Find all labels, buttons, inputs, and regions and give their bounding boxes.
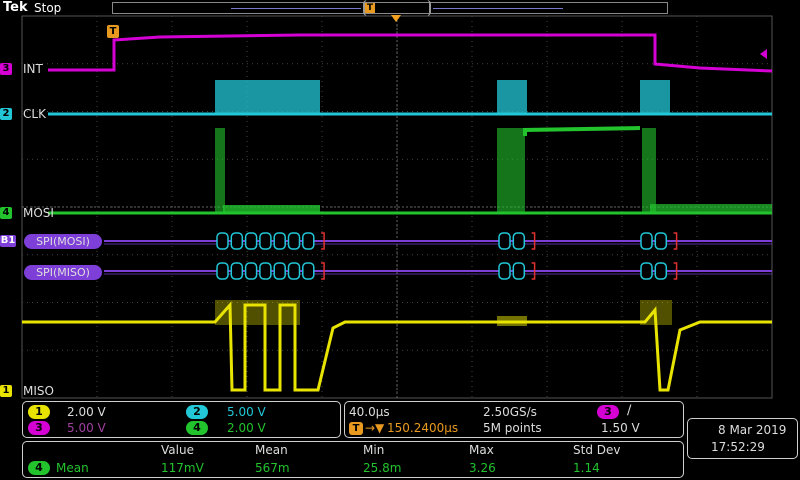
decode-frame xyxy=(302,232,315,250)
mosi-edge-burst xyxy=(497,128,525,213)
decode-frame xyxy=(287,262,301,280)
decode-frame xyxy=(498,262,511,280)
horizontal-settings-panel[interactable]: 40.0µs 2.50GS/s T →▼ 150.2400µs 5M point… xyxy=(344,401,684,438)
mosi-edge-burst xyxy=(642,128,656,213)
ch3-waveform xyxy=(48,33,773,73)
decode-frame xyxy=(654,232,668,250)
meas-min: 25.8m xyxy=(363,461,402,475)
timebase: 40.0µs xyxy=(349,405,390,419)
acquisition-status: Stop xyxy=(34,1,62,15)
clk-burst xyxy=(215,80,320,114)
meas-header-value: Value xyxy=(161,443,194,457)
trigger-pos-marker: T xyxy=(349,422,363,435)
decode-frame xyxy=(512,262,526,280)
date: 8 Mar 2019 xyxy=(718,423,787,437)
overview-trigger-marker: T xyxy=(365,3,375,13)
ch3-scale: 5.00 V xyxy=(67,421,106,435)
trigger-position-arrow[interactable] xyxy=(391,15,401,22)
decode-frame xyxy=(230,232,244,250)
decode-frame xyxy=(244,262,258,280)
ch1-marker[interactable]: 1 xyxy=(0,385,12,397)
trigger-level-arrow[interactable] xyxy=(760,49,767,59)
decode-frame xyxy=(244,232,258,250)
meas-name: Mean xyxy=(56,461,89,475)
mosi-noise xyxy=(223,205,320,213)
ch3-marker[interactable]: 3 xyxy=(0,63,12,75)
decode-frame xyxy=(302,262,315,280)
decode-frame xyxy=(640,262,653,280)
bus-decode xyxy=(104,232,772,280)
time: 17:52:29 xyxy=(711,440,765,454)
decode-frame xyxy=(259,262,272,280)
meas-value: 117mV xyxy=(161,461,204,475)
mosi-noise xyxy=(650,204,772,213)
decode-frame xyxy=(498,232,511,250)
miso-activity xyxy=(497,316,527,326)
vertical-settings-panel[interactable]: 1 2.00 V 3 5.00 V 2 5.00 V 4 2.00 V xyxy=(22,401,341,438)
bus2-label: SPI(MISO) xyxy=(24,265,102,280)
ch4-marker[interactable]: 4 xyxy=(0,207,12,219)
mosi-edge-burst xyxy=(215,128,225,213)
meas-header-mean: Mean xyxy=(255,443,288,457)
decode-frame xyxy=(273,232,286,250)
miso-activity xyxy=(640,300,672,325)
decode-frame xyxy=(287,232,301,250)
ch3-label: INT xyxy=(23,62,43,76)
ch4-scale: 2.00 V xyxy=(227,421,266,435)
record-overview-bar[interactable]: T xyxy=(112,0,668,16)
miso-activity xyxy=(215,300,300,325)
sample-rate: 2.50GS/s xyxy=(483,405,537,419)
trigger-source-badge[interactable]: 3 xyxy=(597,405,619,419)
bus1-marker[interactable]: B1 xyxy=(0,235,16,247)
bus1-label: SPI(MOSI) xyxy=(24,234,102,249)
record-length: 5M points xyxy=(483,421,542,435)
ch2-scale: 5.00 V xyxy=(227,405,266,419)
decode-frame xyxy=(216,232,229,250)
ch4-badge[interactable]: 4 xyxy=(186,421,208,435)
trigger-slope-icon: ∕ xyxy=(627,403,632,418)
meas-stddev: 1.14 xyxy=(573,461,600,475)
datetime-panel: 8 Mar 2019 17:52:29 xyxy=(687,418,798,459)
ch4-label: MOSI xyxy=(23,206,54,220)
ch1-badge[interactable]: 1 xyxy=(28,405,50,419)
ch3-badge[interactable]: 3 xyxy=(28,421,50,435)
trigger-position: 150.2400µs xyxy=(387,421,459,435)
ch1-label: MISO xyxy=(23,384,54,398)
ch1-scale: 2.00 V xyxy=(67,405,106,419)
decode-frame xyxy=(640,232,653,250)
meas-max: 3.26 xyxy=(469,461,496,475)
decode-frame xyxy=(230,262,244,280)
brand-label: Tek xyxy=(3,0,28,15)
decode-frame xyxy=(273,262,286,280)
decode-frame xyxy=(654,262,668,280)
clk-burst xyxy=(497,80,527,114)
trigger-pos-arrow-icon: →▼ xyxy=(365,421,385,435)
measurement-panel[interactable]: Value Mean Min Max Std Dev 4 Mean 117mV … xyxy=(22,441,684,478)
meas-header-max: Max xyxy=(469,443,494,457)
meas-mean: 567m xyxy=(255,461,290,475)
ch2-badge[interactable]: 2 xyxy=(186,405,208,419)
ch2-marker[interactable]: 2 xyxy=(0,108,12,120)
trigger-level: 1.50 V xyxy=(601,421,640,435)
clk-burst xyxy=(640,80,670,114)
ch2-label: CLK xyxy=(23,107,46,121)
meas-header-stddev: Std Dev xyxy=(573,443,621,457)
decode-frame xyxy=(259,232,272,250)
meas-header-min: Min xyxy=(363,443,385,457)
trigger-time-marker[interactable]: T xyxy=(107,25,119,38)
decode-frame xyxy=(216,262,229,280)
decode-frame xyxy=(512,232,526,250)
mosi-high-segment xyxy=(523,126,641,136)
meas-source-badge[interactable]: 4 xyxy=(28,461,50,475)
